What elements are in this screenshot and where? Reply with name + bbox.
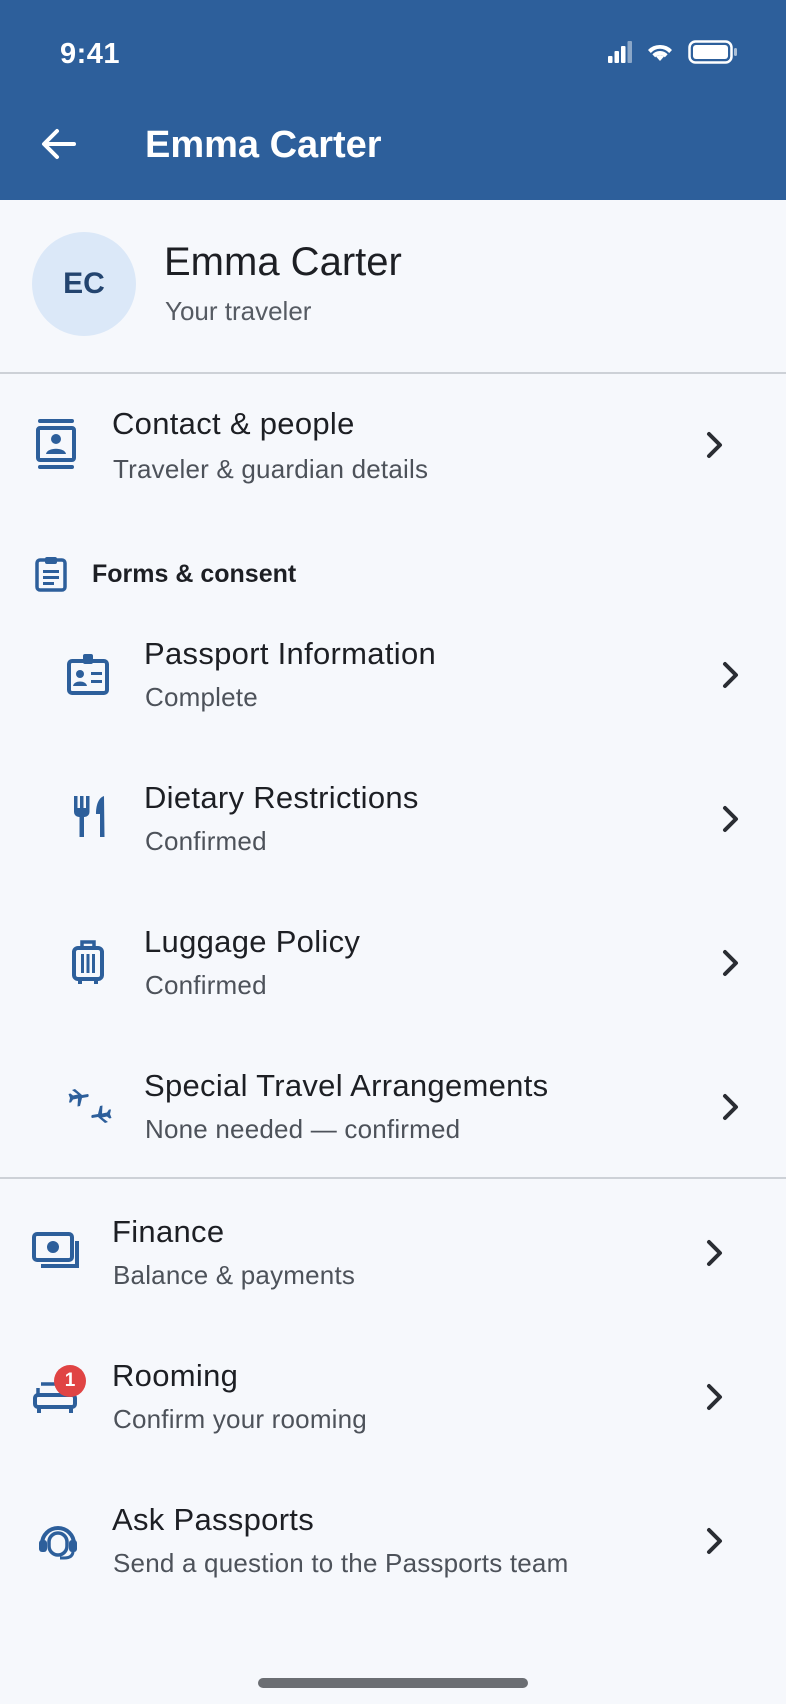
- traveler-profile: EC Emma Carter Your traveler: [0, 200, 786, 373]
- arrow-left-icon: [42, 129, 76, 159]
- form-title: Dietary Restrictions: [144, 780, 419, 815]
- form-title: Luggage Policy: [144, 924, 361, 959]
- contact-title: Contact & people: [112, 406, 355, 441]
- ask-passports-item[interactable]: Ask Passports Send a question to the Pas…: [0, 1486, 786, 1596]
- utensils-icon: [64, 790, 116, 842]
- form-title: Passport Information: [144, 636, 437, 671]
- chevron-right-icon: [716, 804, 746, 834]
- header-title: Emma Carter: [145, 124, 382, 166]
- form-status: Confirmed: [145, 970, 267, 1000]
- profile-name: Emma Carter: [164, 240, 402, 284]
- contact-subtitle: Traveler & guardian details: [113, 454, 429, 484]
- chevron-right-icon: [716, 948, 746, 978]
- rooming-notification-badge: 1: [54, 1365, 86, 1397]
- chevron-right-icon: [700, 430, 730, 460]
- profile-subtitle: Your traveler: [165, 296, 312, 326]
- finance-subtitle: Balance & payments: [113, 1260, 356, 1290]
- traveler-profile-screen: 9:41 Emma Carter EC Emma Carter Your tra…: [0, 0, 786, 1704]
- avatar: EC: [32, 232, 136, 336]
- divider: [0, 1177, 786, 1179]
- ask-title: Ask Passports: [112, 1502, 315, 1537]
- chevron-right-icon: [700, 1382, 730, 1412]
- form-item-luggage[interactable]: Luggage Policy Confirmed: [0, 908, 786, 1018]
- app-header: 9:41 Emma Carter: [0, 0, 786, 200]
- contact-card-icon: [30, 418, 82, 470]
- id-badge-icon: [62, 648, 114, 700]
- support-agent-icon: [32, 1514, 84, 1566]
- form-title: Special Travel Arrangements: [144, 1068, 549, 1103]
- finance-item[interactable]: Finance Balance & payments: [0, 1198, 786, 1308]
- connecting-flights-icon: [64, 1080, 116, 1132]
- home-indicator[interactable]: [258, 1678, 528, 1688]
- chevron-right-icon: [700, 1526, 730, 1556]
- contact-people-item[interactable]: Contact & people Traveler & guardian det…: [0, 392, 786, 502]
- form-status: Confirmed: [145, 826, 267, 856]
- ask-subtitle: Send a question to the Passports team: [113, 1548, 569, 1578]
- status-icons: [608, 40, 738, 64]
- form-item-special-travel[interactable]: Special Travel Arrangements None needed …: [0, 1052, 786, 1162]
- back-button[interactable]: [36, 122, 80, 166]
- form-item-dietary[interactable]: Dietary Restrictions Confirmed: [0, 764, 786, 874]
- chevron-right-icon: [716, 660, 746, 690]
- status-time: 9:41: [60, 38, 121, 70]
- signal-icon: [608, 41, 632, 63]
- finance-title: Finance: [112, 1214, 225, 1249]
- battery-icon: [688, 40, 737, 64]
- wifi-icon: [648, 44, 672, 61]
- form-status: Complete: [145, 682, 258, 712]
- chevron-right-icon: [716, 1092, 746, 1122]
- clipboard-icon: [34, 556, 68, 597]
- rooming-title: Rooming: [112, 1358, 239, 1393]
- rooming-item[interactable]: Rooming Confirm your rooming: [0, 1342, 786, 1452]
- form-status: None needed — confirmed: [145, 1114, 461, 1144]
- form-item-passport[interactable]: Passport Information Complete: [0, 620, 786, 730]
- rooming-subtitle: Confirm your rooming: [113, 1404, 367, 1434]
- divider: [0, 372, 786, 374]
- cash-icon: [30, 1226, 82, 1278]
- section-forms-consent: Forms & consent: [92, 560, 297, 588]
- chevron-right-icon: [700, 1238, 730, 1268]
- luggage-icon: [62, 936, 114, 988]
